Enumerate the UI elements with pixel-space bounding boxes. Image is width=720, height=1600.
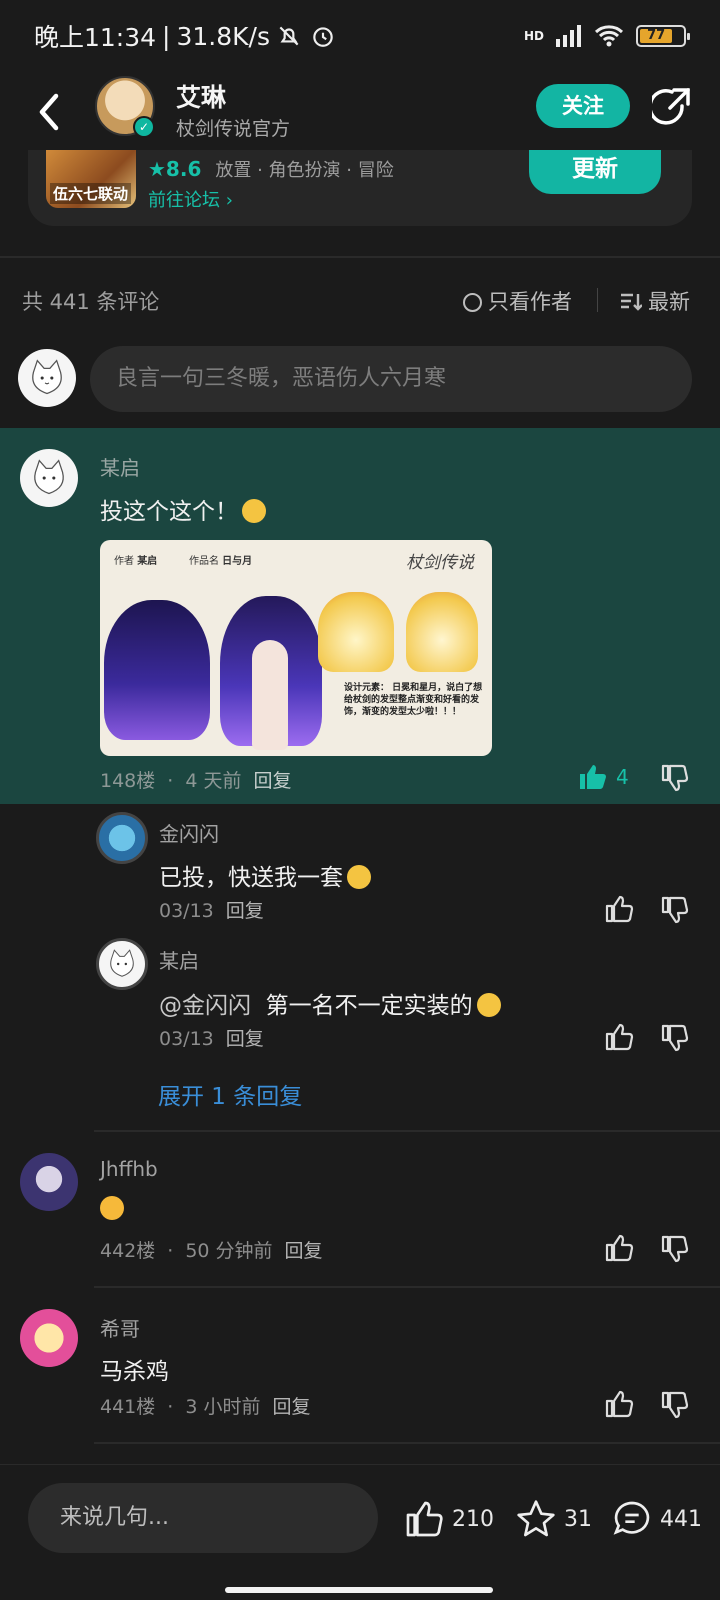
character-art-3: [318, 592, 394, 672]
reply-link[interactable]: 回复: [226, 1028, 264, 1050]
divider: [94, 1130, 720, 1132]
comment-text: [100, 1196, 124, 1222]
battery-icon: 77: [636, 25, 690, 47]
post-favorite-button[interactable]: 31: [516, 1499, 592, 1539]
only-author-toggle[interactable]: 只看作者: [463, 286, 572, 316]
status-left: 晚上11:34 | 31.8K/s: [34, 18, 336, 54]
mention[interactable]: @金闪闪: [159, 993, 251, 1019]
smirk-emoji-icon: [242, 499, 266, 523]
thumbs-up-icon[interactable]: [604, 1389, 634, 1419]
character-art-4: [406, 592, 478, 672]
comment-bubble-icon: [613, 1501, 650, 1535]
reply-link[interactable]: 回复: [253, 770, 291, 792]
comment-meta: 441楼 · 3 小时前 回复: [100, 1396, 311, 1418]
thumbs-down-icon[interactable]: [660, 1389, 690, 1419]
author-name[interactable]: 艾琳: [176, 78, 226, 114]
thumbs-up-icon[interactable]: [604, 1233, 634, 1263]
app-header: ✓ 艾琳 杖剑传说官方 关注: [0, 72, 720, 154]
reply-text: @金闪闪 第一名不一定实装的: [159, 986, 501, 1020]
hd-label: HD: [523, 29, 544, 43]
game-meta: ★8.6 放置 · 角色扮演 · 冒险: [148, 156, 394, 182]
my-avatar[interactable]: [18, 349, 76, 407]
comment-meta: 148楼 · 4 天前 回复: [100, 770, 292, 792]
status-right: HD 77: [523, 24, 690, 48]
thumbs-up-icon[interactable]: [604, 1022, 634, 1052]
game-tags: 放置 · 角色扮演 · 冒险: [215, 160, 394, 181]
back-arrow-icon[interactable]: [34, 90, 64, 134]
follow-button[interactable]: 关注: [536, 84, 630, 128]
image-logo: 杖剑传说: [406, 553, 474, 573]
reply-author[interactable]: 金闪闪: [159, 818, 219, 847]
divider: [0, 256, 720, 258]
comment-text: 马杀鸡: [100, 1359, 169, 1385]
radio-icon: [463, 293, 482, 312]
star-icon: [517, 1500, 555, 1537]
thumbs-up-icon[interactable]: [604, 894, 634, 924]
author-subtitle: 杖剑传说官方: [176, 118, 291, 140]
forum-link[interactable]: 前往论坛 ›: [148, 186, 233, 212]
chevron-right-icon: ›: [225, 190, 233, 211]
comment-text: 投这个这个！: [100, 492, 266, 526]
sort-newest[interactable]: 最新: [620, 286, 690, 316]
separator: [597, 288, 598, 312]
image-description: 设计元素： 日冕和星月，说白了想给杖剑的发型整点渐变和好看的发饰，渐变的发型太少…: [344, 683, 483, 717]
comment-image[interactable]: 作者 某启 作品名 日与月 杖剑传说 设计元素： 日冕和星月，说白了想给杖剑的发…: [100, 540, 492, 756]
game-icon[interactable]: 伍六七联动: [46, 150, 136, 208]
smirk-emoji-icon: [347, 865, 371, 889]
divider: [94, 1442, 720, 1444]
expand-replies-link[interactable]: 展开 1 条回复: [158, 1077, 302, 1111]
divider: [94, 1286, 720, 1288]
comment-compose-input[interactable]: 来说几句...: [28, 1483, 378, 1553]
reply-avatar[interactable]: [96, 812, 148, 864]
like-button[interactable]: 4: [578, 762, 629, 792]
reply-meta: 03/13 回复: [159, 900, 264, 922]
game-card[interactable]: 伍六七联动 ★8.6 放置 · 角色扮演 · 冒险 前往论坛 › 更新: [28, 150, 692, 226]
comment-author[interactable]: 某启: [100, 452, 140, 481]
grin-emoji-icon: [476, 993, 501, 1017]
thumbs-down-icon[interactable]: [660, 1233, 690, 1263]
game-score: ★8.6: [148, 157, 202, 181]
heart-eyes-emoji-icon: [100, 1196, 124, 1220]
bell-muted-icon: [279, 26, 299, 46]
alarm-icon: [313, 27, 333, 47]
image-header: 作者 某启 作品名 日与月: [114, 556, 253, 567]
status-bar: 晚上11:34 | 31.8K/s HD 77: [0, 0, 720, 72]
thumbs-down-icon[interactable]: [660, 894, 690, 924]
wifi-icon: [594, 25, 624, 47]
comment-meta: 442楼 · 50 分钟前 回复: [100, 1240, 323, 1262]
commenter-avatar[interactable]: [20, 1309, 78, 1367]
network-speed: 31.8K/s: [176, 21, 270, 51]
reply-link[interactable]: 回复: [272, 1396, 310, 1418]
reply-text: 已投，快送我一套: [159, 858, 371, 892]
comment-count: 共 441 条评论: [22, 290, 160, 314]
sort-icon: [621, 293, 643, 311]
bottom-bar: 来说几句... 210 31 441: [0, 1464, 720, 1600]
post-comments-button[interactable]: 441: [612, 1499, 702, 1539]
comment-author[interactable]: Jhffhb: [100, 1157, 158, 1181]
thumbs-up-filled-icon: [580, 765, 606, 789]
commenter-avatar[interactable]: [20, 449, 78, 507]
thumbs-down-icon[interactable]: [660, 1022, 690, 1052]
signal-icon: [556, 25, 581, 47]
reply-link[interactable]: 回复: [285, 1240, 323, 1262]
clock: 晚上11:34: [34, 23, 157, 52]
comment-input[interactable]: 良言一句三冬暖，恶语伤人六月寒: [90, 346, 692, 412]
thumbs-up-icon: [406, 1501, 443, 1537]
home-indicator[interactable]: [225, 1587, 493, 1593]
character-art-1: [104, 600, 210, 740]
update-button[interactable]: 更新: [529, 150, 661, 194]
post-like-button[interactable]: 210: [404, 1499, 494, 1539]
commenter-avatar[interactable]: [20, 1153, 78, 1211]
comment-author[interactable]: 希哥: [100, 1313, 140, 1342]
reply-author[interactable]: 某启: [159, 945, 199, 974]
reply-meta: 03/13 回复: [159, 1028, 264, 1050]
reply-avatar[interactable]: [96, 938, 148, 990]
reply-link[interactable]: 回复: [226, 900, 264, 922]
verified-badge-icon: ✓: [133, 116, 155, 138]
share-icon[interactable]: [652, 86, 692, 126]
thumbs-down-icon[interactable]: [660, 762, 690, 792]
